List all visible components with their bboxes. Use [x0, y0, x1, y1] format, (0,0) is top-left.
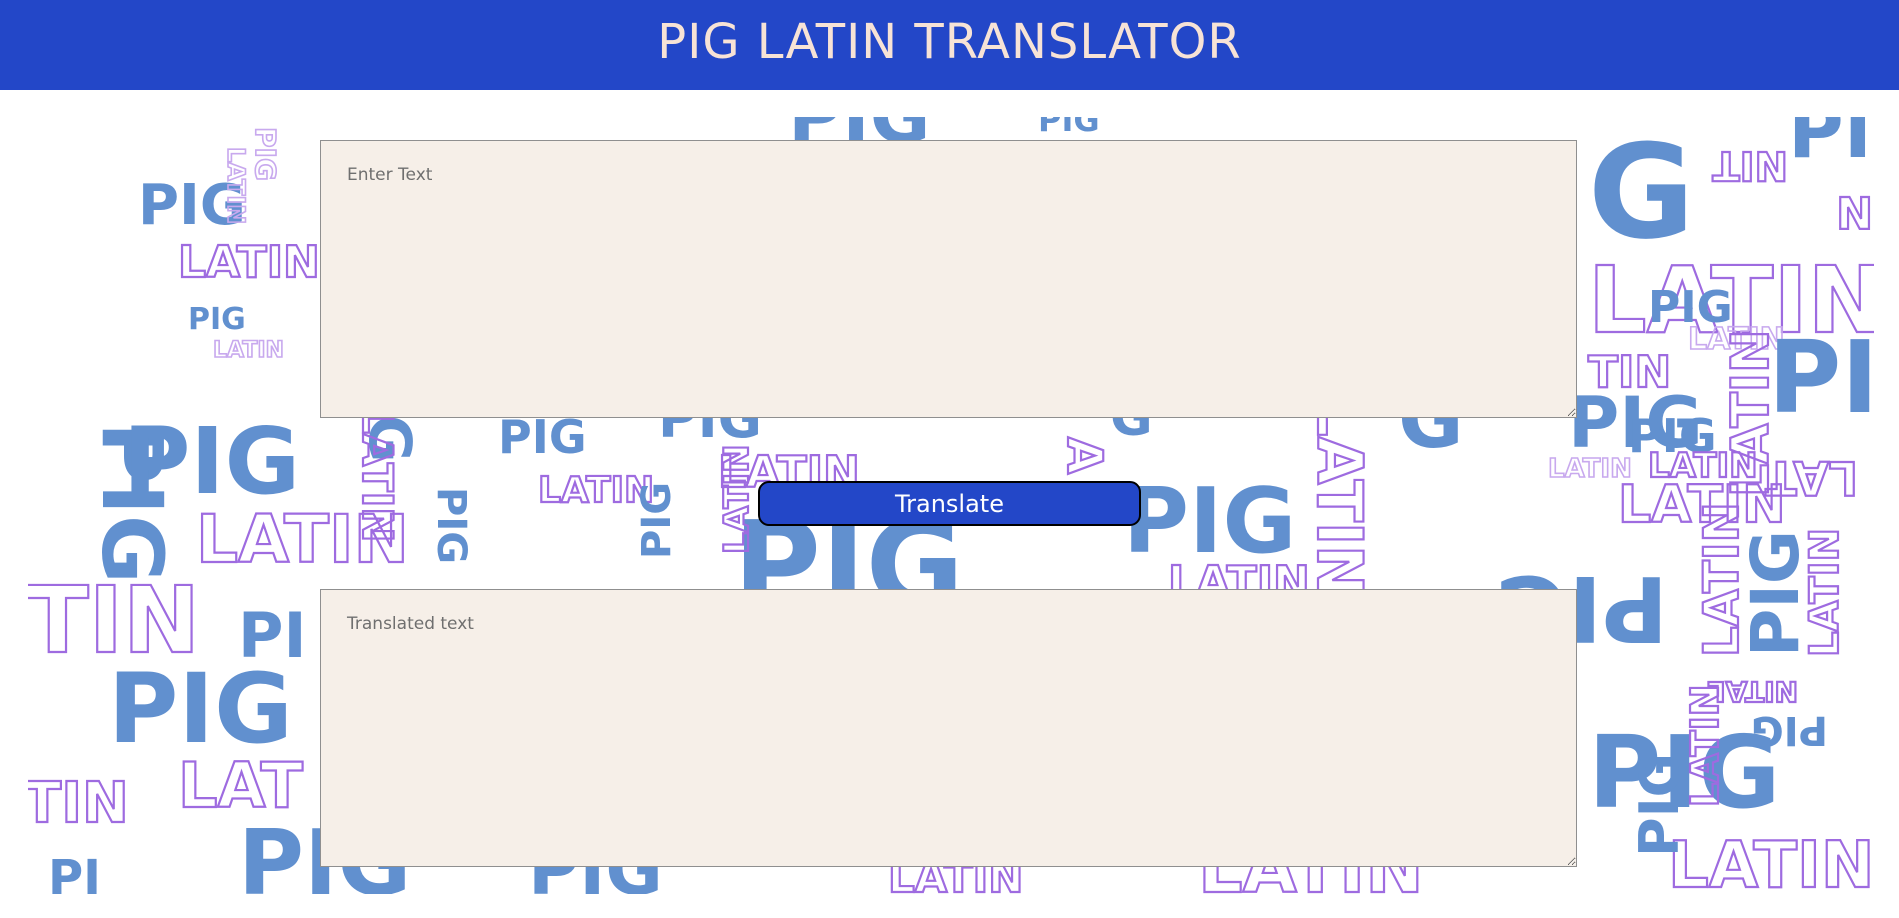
bg-word: LAT — [1765, 451, 1858, 505]
bg-word: TIN — [28, 771, 129, 836]
bg-word: PI — [238, 599, 307, 672]
output-textarea[interactable] — [320, 589, 1577, 867]
bg-word: LATIN — [717, 444, 757, 554]
bg-word: LATIN — [1303, 397, 1376, 597]
bg-word: A — [1056, 437, 1112, 474]
bg-word: G — [1588, 117, 1695, 268]
site-header: PIG LATIN TRANSLATOR — [0, 0, 1899, 90]
bg-word: PI — [1788, 117, 1872, 175]
bg-word: LATIN — [222, 147, 250, 224]
bg-word: LATIN — [178, 237, 320, 288]
bg-word: PIG — [1038, 117, 1100, 139]
bg-word: N — [1836, 186, 1873, 237]
bg-word: LATIN — [213, 338, 284, 363]
bg-word: PIG — [188, 302, 246, 337]
bg-word: LATIN — [1668, 829, 1874, 894]
bg-word: PI — [1768, 319, 1874, 436]
bg-word: LATIN — [1694, 502, 1750, 657]
bg-word: PIG — [428, 487, 474, 564]
translate-button[interactable]: Translate — [758, 481, 1141, 526]
bg-word: LATIN — [1802, 528, 1848, 657]
bg-word: PIG — [249, 127, 282, 181]
bg-word: PIG — [634, 482, 680, 559]
bg-word: PI — [48, 850, 101, 894]
bg-word: PIG — [1628, 753, 1691, 857]
bg-word: LATIN — [1683, 684, 1727, 807]
input-textarea[interactable] — [320, 140, 1577, 418]
bg-word: LATIN — [353, 407, 402, 542]
bg-word: PIG — [123, 408, 300, 515]
bg-word: PIG — [498, 410, 587, 464]
page-title: PIG LATIN TRANSLATOR — [657, 14, 1242, 70]
bg-word: NIT — [1712, 142, 1788, 188]
